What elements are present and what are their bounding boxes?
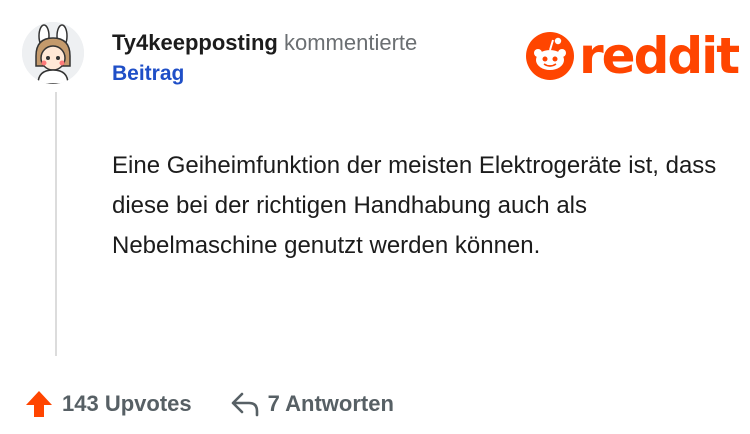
reddit-logo[interactable]: reddit (525, 27, 740, 85)
reply-count: 7 Antworten (267, 391, 394, 416)
arrow-up-icon (26, 391, 52, 417)
upvote-button[interactable]: 143 Upvotes (24, 389, 192, 419)
comment-action: kommentierte (283, 30, 418, 55)
reddit-snoo-icon (526, 32, 574, 80)
upvote-count: 143 Upvotes (62, 391, 192, 416)
comment-footer: 143 Upvotes 7 Antworten (24, 384, 394, 424)
reply-button[interactable]: 7 Antworten (230, 391, 394, 417)
avatar-illustration (22, 22, 84, 84)
avatar[interactable] (22, 22, 84, 84)
comment-body: Eine Geiheimfunktion der meisten Elektro… (112, 152, 717, 259)
reply-arrow-icon (231, 392, 258, 417)
reddit-wordmark: reddit (579, 27, 740, 85)
comment-header: Ty4keepposting kommentierte (112, 30, 417, 56)
author-name[interactable]: Ty4keepposting (112, 30, 278, 55)
post-link[interactable]: Beitrag (112, 62, 184, 86)
thread-line (55, 92, 57, 356)
